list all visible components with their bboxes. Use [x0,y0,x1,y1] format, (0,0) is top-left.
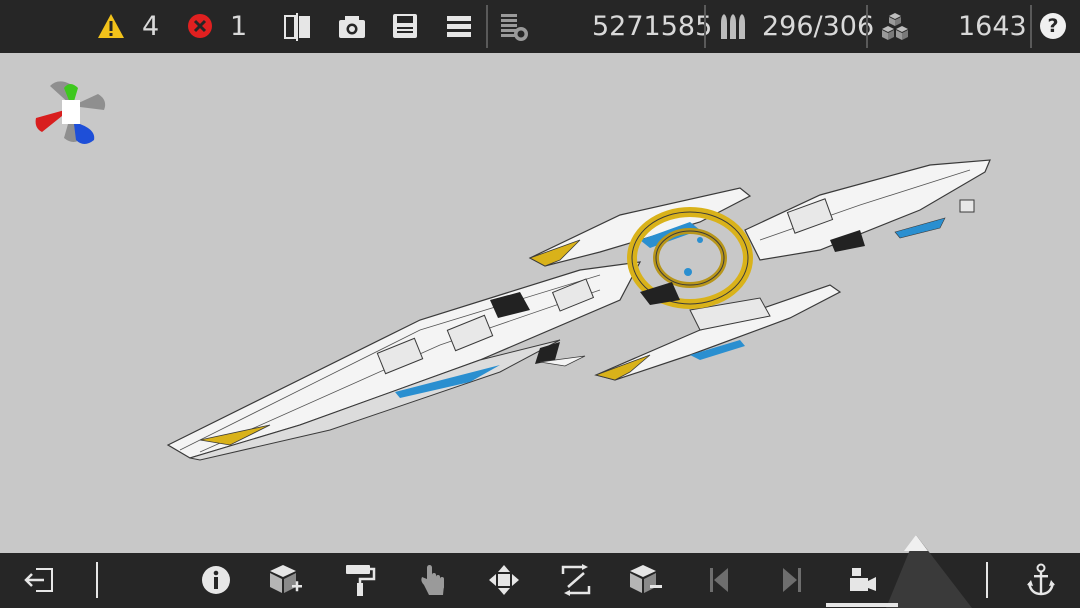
errors-count: 1 [230,11,248,42]
ammo-icon [718,12,748,42]
hand-pointer-icon[interactable] [419,563,447,597]
symmetry-icon[interactable] [283,12,313,42]
paint-roller-icon[interactable] [344,563,376,597]
parts-count: 1643 [958,11,1027,42]
warning-icon[interactable] [97,12,125,40]
anchor-icon[interactable] [1026,563,1056,597]
move-arrows-icon[interactable] [488,564,520,596]
remove-block-icon[interactable] [628,563,664,597]
toolbar-separator [866,5,868,48]
weapons-count: 296/306 [762,11,875,42]
error-icon[interactable] [187,13,213,39]
block-count: 5271585 [592,11,713,42]
bottom-toolbar [0,535,1080,608]
spaceship-model[interactable] [166,159,991,461]
top-toolbar: 4 1 5271585 296/306 1643 ? [0,0,1080,53]
help-label: ? [1047,15,1059,37]
cubes-icon [880,12,910,42]
mode-panel-triangle [886,535,972,608]
step-back-icon[interactable] [708,566,732,594]
rotate-icon[interactable] [560,564,592,596]
info-icon[interactable] [201,565,231,595]
camera-icon[interactable] [337,12,367,42]
help-button[interactable]: ? [1040,13,1066,39]
menu-icon[interactable] [446,13,472,39]
active-tool-indicator [826,603,898,607]
exit-icon[interactable] [24,565,56,595]
save-icon[interactable] [391,12,419,40]
block-stack-icon [499,11,531,43]
build-viewport[interactable] [0,53,1080,553]
add-block-icon[interactable] [268,563,304,597]
toolbar-separator [1030,5,1032,48]
toolbar-separator [486,5,488,48]
toolbar-separator [704,5,706,48]
toolbar-separator [96,562,98,598]
ship-render[interactable] [0,53,1080,553]
warnings-count: 4 [142,11,160,42]
step-forward-icon[interactable] [779,566,803,594]
orientation-gizmo[interactable] [35,81,106,144]
camera-mode-icon[interactable] [848,566,878,594]
toolbar-separator [986,562,988,598]
